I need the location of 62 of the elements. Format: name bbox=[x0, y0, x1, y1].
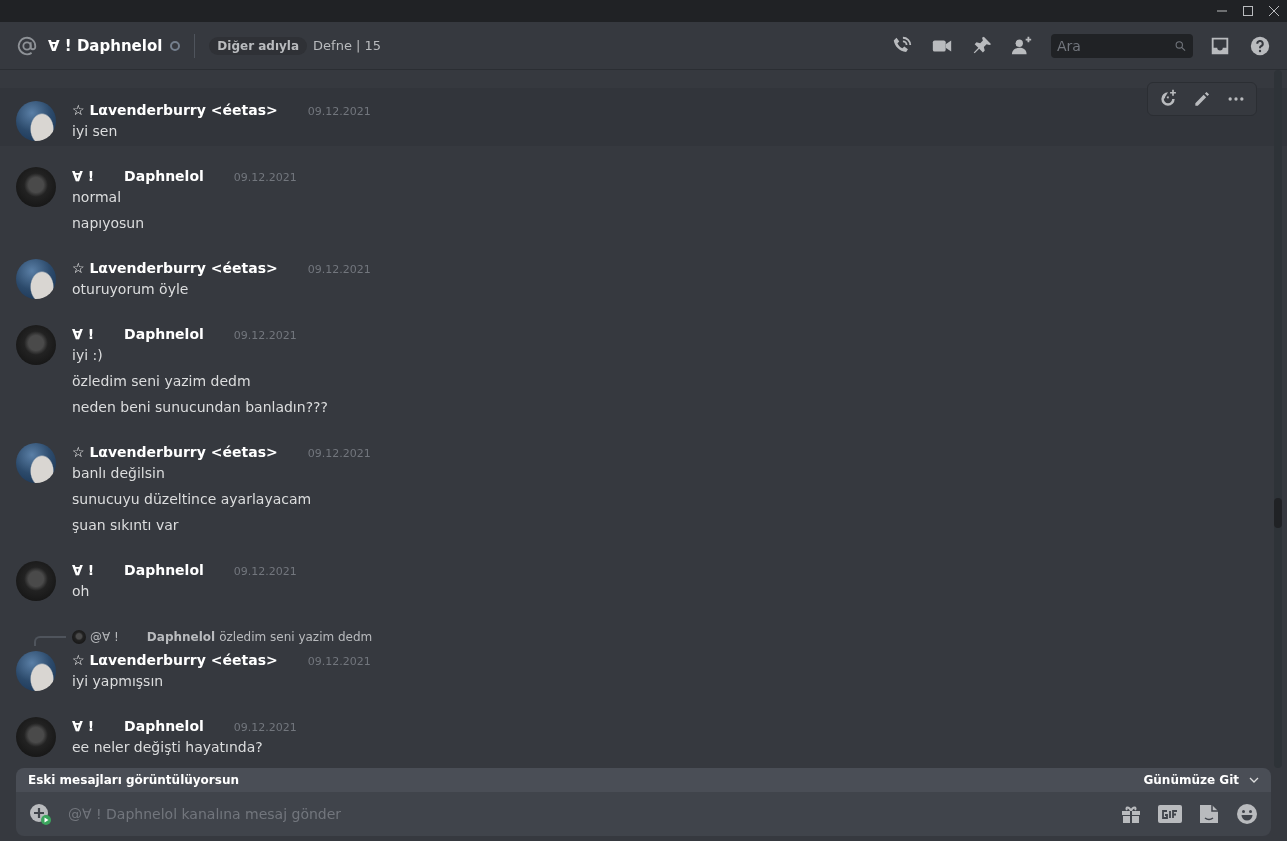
nickname-label: Diğer adıyla bbox=[209, 36, 308, 55]
message-text: normal bbox=[72, 188, 123, 207]
author-name[interactable]: ∀ ! bbox=[72, 167, 95, 185]
scrollbar-thumb[interactable] bbox=[1274, 498, 1282, 528]
user-avatar[interactable] bbox=[16, 259, 56, 299]
reply-text[interactable]: özledim seni yazim dedm bbox=[219, 630, 373, 644]
author-name[interactable]: ☆ Lαvenderburry <éetas> bbox=[72, 443, 278, 461]
author-name[interactable]: Daphnelol bbox=[124, 167, 204, 185]
message-text: napıyosun bbox=[72, 214, 146, 233]
sticker-icon[interactable] bbox=[1197, 802, 1221, 826]
chevron-down-icon bbox=[1249, 775, 1259, 785]
help-icon[interactable] bbox=[1249, 34, 1271, 57]
close-icon[interactable] bbox=[1269, 6, 1279, 16]
search-icon[interactable] bbox=[1174, 38, 1187, 53]
attach-plus-icon[interactable] bbox=[28, 802, 52, 826]
timestamp: 09.12.2021 bbox=[307, 104, 371, 120]
message-text: iyi sen bbox=[72, 122, 119, 141]
reply-connector bbox=[34, 636, 66, 646]
author-name[interactable]: Daphnelol bbox=[124, 717, 204, 735]
at-sign-icon bbox=[16, 34, 38, 57]
chat-title: ∀ ! Daphnelol bbox=[48, 36, 163, 55]
timestamp: 09.12.2021 bbox=[307, 262, 371, 278]
message-text: ee neler değişti hayatında? bbox=[72, 738, 264, 757]
message-text: özledim seni yazim dedm bbox=[72, 372, 252, 391]
message-text: banlı değilsin bbox=[72, 464, 166, 483]
timestamp: 09.12.2021 bbox=[307, 446, 371, 462]
message-text: oh bbox=[72, 582, 91, 601]
add-reaction-icon[interactable] bbox=[1158, 89, 1178, 109]
author-name[interactable]: ☆ Lαvenderburry <éetas> bbox=[72, 101, 278, 119]
jump-to-present-link[interactable]: Günümüze Git bbox=[1143, 773, 1259, 787]
message-text: iyi yapmışsın bbox=[72, 672, 165, 691]
author-name[interactable]: Daphnelol bbox=[124, 561, 204, 579]
emoji-icon[interactable] bbox=[1235, 802, 1259, 826]
timestamp: 09.12.2021 bbox=[233, 564, 297, 580]
message-text: neden beni sunucundan banladın??? bbox=[72, 398, 329, 417]
author-name[interactable]: ∀ ! bbox=[72, 561, 95, 579]
history-notice: Eski mesajları görüntülüyorsun bbox=[28, 773, 239, 787]
author-name[interactable]: ∀ ! bbox=[72, 717, 95, 735]
message-text: sunucuyu düzeltince ayarlayacam bbox=[72, 490, 313, 509]
message-text: iyi :) bbox=[72, 346, 104, 365]
author-name[interactable]: ∀ ! bbox=[72, 325, 95, 343]
author-name[interactable]: ☆ Lαvenderburry <éetas> bbox=[72, 651, 278, 669]
nickname: Defne | 15 bbox=[313, 38, 382, 53]
author-name[interactable]: Daphnelol bbox=[124, 325, 204, 343]
maximize-icon[interactable] bbox=[1243, 6, 1253, 16]
add-user-icon[interactable] bbox=[1011, 34, 1033, 57]
search-box[interactable]: Ara bbox=[1051, 33, 1193, 58]
timestamp: 09.12.2021 bbox=[307, 654, 371, 670]
user-avatar[interactable] bbox=[16, 651, 56, 691]
user-avatar[interactable] bbox=[16, 101, 56, 141]
reply-mention[interactable]: @∀ ! bbox=[90, 630, 119, 644]
timestamp: 09.12.2021 bbox=[233, 170, 297, 186]
reply-author[interactable]: Daphnelol bbox=[146, 630, 216, 644]
user-avatar[interactable] bbox=[16, 443, 56, 483]
gif-icon[interactable] bbox=[1157, 803, 1183, 825]
search-field[interactable]: Ara bbox=[1057, 37, 1175, 54]
timestamp: 09.12.2021 bbox=[233, 328, 297, 344]
author-name[interactable]: ☆ Lαvenderburry <éetas> bbox=[72, 259, 278, 277]
message-text: şuan sıkıntı var bbox=[72, 516, 180, 535]
timestamp: 09.12.2021 bbox=[233, 720, 297, 736]
message-text: oturuyorum öyle bbox=[72, 280, 190, 299]
edit-pencil-icon[interactable] bbox=[1192, 89, 1212, 109]
